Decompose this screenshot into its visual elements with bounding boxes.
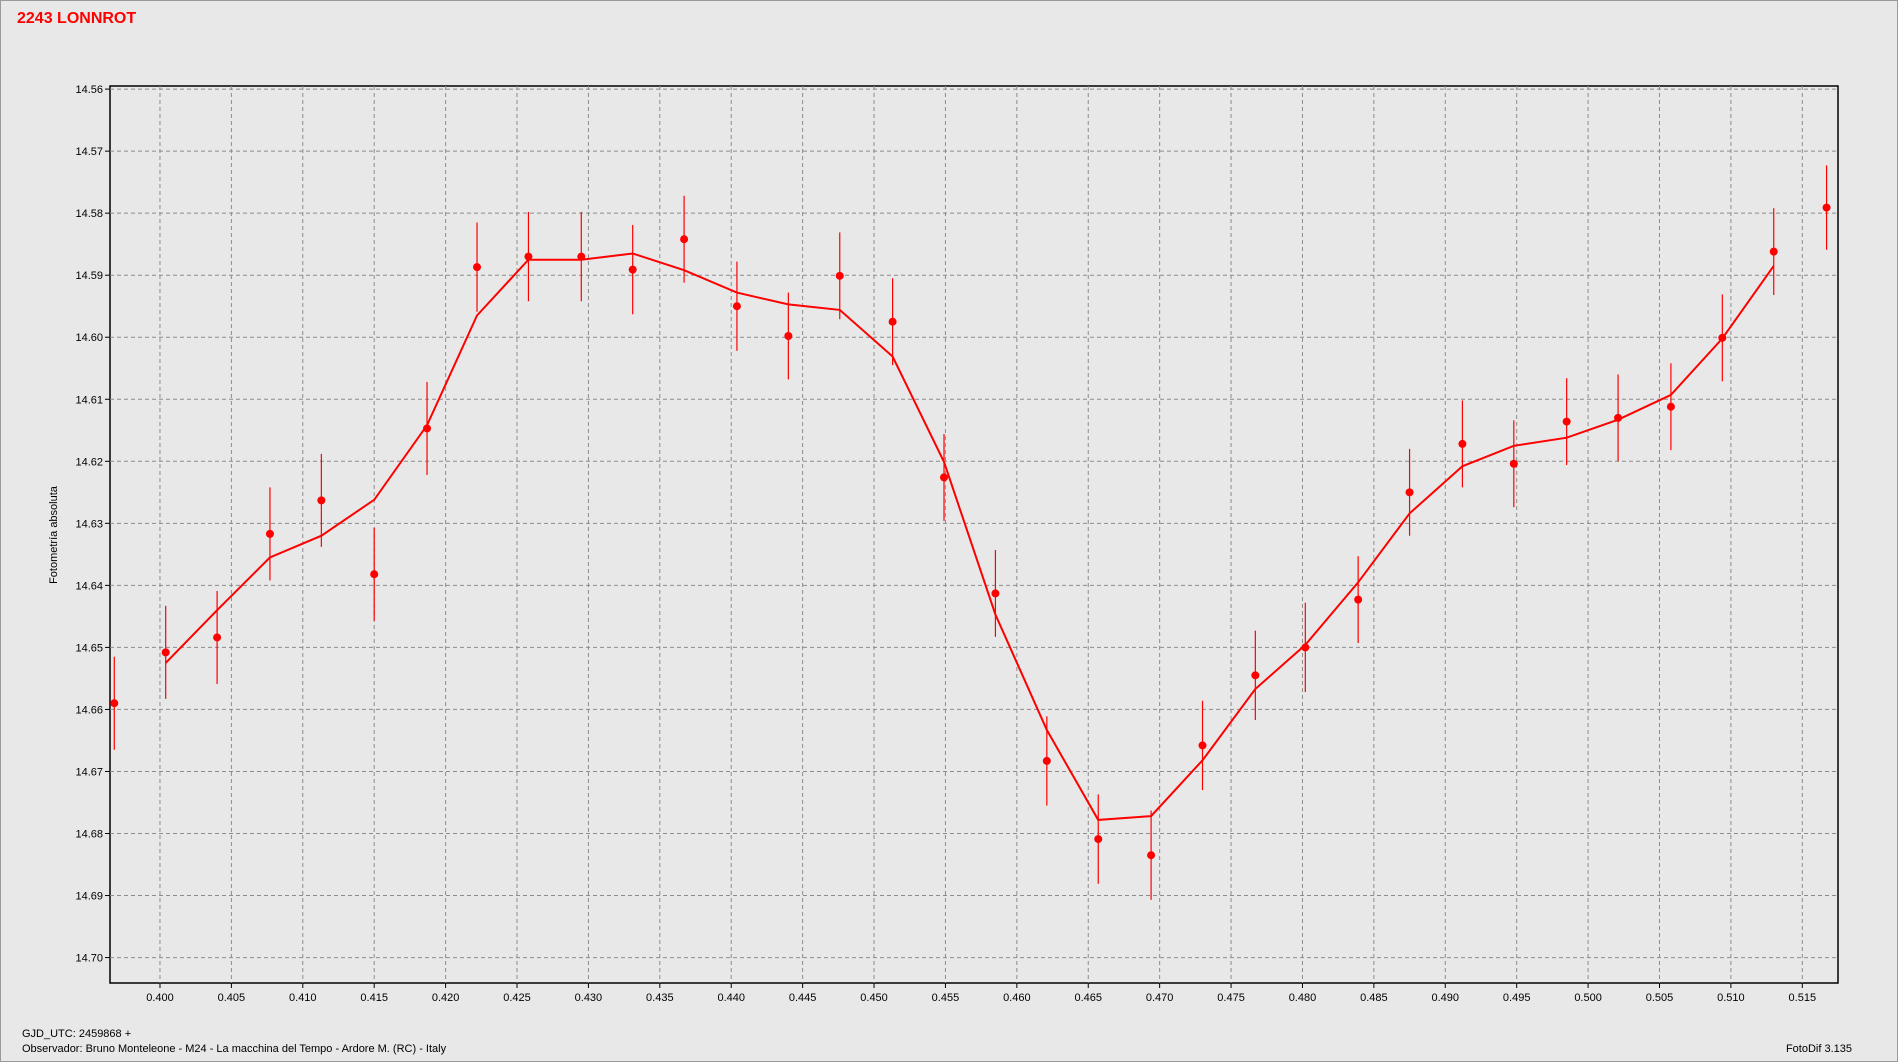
y-tick-label: 14.56	[75, 84, 103, 96]
data-point	[524, 252, 533, 261]
data-point	[1614, 413, 1623, 422]
data-point	[577, 252, 586, 261]
x-tick-label: 0.480	[1289, 992, 1317, 1004]
y-tick-label: 14.61	[75, 394, 103, 406]
software-version: FotoDif 3.135	[1785, 1043, 1852, 1055]
y-tick-label: 14.66	[75, 704, 103, 716]
data-point	[1718, 333, 1727, 342]
data-point	[423, 424, 432, 433]
x-tick-label: 0.515	[1789, 992, 1817, 1004]
y-tick-label: 14.57	[75, 146, 103, 158]
data-point	[732, 302, 741, 311]
y-tick-label: 14.58	[75, 208, 103, 220]
y-tick-label: 14.59	[75, 270, 103, 282]
y-tick-label: 14.70	[75, 953, 103, 965]
plot-area	[109, 85, 1839, 984]
y-tick-label: 14.60	[75, 332, 103, 344]
data-point	[110, 699, 119, 708]
x-tick-label: 0.500	[1574, 992, 1602, 1004]
data-point	[473, 263, 482, 272]
x-axis-ticks: 0.400 0.405 0.410 0.415 0.420 0.425 0.430 0.435…	[146, 983, 1816, 1004]
data-point	[1354, 595, 1363, 604]
x-tick-label: 0.405	[218, 992, 246, 1004]
data-point	[1301, 643, 1310, 652]
y-tick-label: 14.65	[75, 642, 103, 654]
data-point	[1094, 835, 1103, 844]
x-tick-label: 0.470	[1146, 992, 1174, 1004]
x-tick-label: 0.420	[432, 992, 460, 1004]
data-point	[1769, 247, 1778, 256]
data-point	[161, 648, 170, 657]
data-point	[680, 235, 689, 244]
x-tick-label: 0.435	[646, 992, 674, 1004]
x-tick-label: 0.440	[717, 992, 745, 1004]
x-tick-label: 0.445	[789, 992, 817, 1004]
data-point	[784, 331, 793, 340]
x-tick-label: 0.410	[289, 992, 317, 1004]
observer-label: Observador: Bruno Monteleone - M24 - La …	[22, 1043, 447, 1055]
gjd-label: GJD_UTC: 2459868 +	[22, 1028, 132, 1040]
y-tick-label: 14.68	[75, 829, 103, 841]
y-tick-label: 14.67	[75, 766, 103, 778]
x-tick-label: 0.460	[1003, 992, 1031, 1004]
data-point	[628, 265, 637, 274]
x-tick-label: 0.485	[1360, 992, 1388, 1004]
x-tick-label: 0.430	[575, 992, 603, 1004]
data-point	[370, 570, 379, 579]
data-point	[940, 473, 949, 482]
x-tick-label: 0.505	[1646, 992, 1674, 1004]
data-point	[1405, 488, 1414, 497]
data-point	[888, 317, 897, 326]
y-tick-label: 14.62	[75, 456, 103, 468]
data-point	[991, 589, 1000, 598]
x-tick-label: 0.455	[932, 992, 960, 1004]
data-point	[1562, 417, 1571, 426]
x-tick-label: 0.465	[1074, 992, 1102, 1004]
x-tick-label: 0.415	[360, 992, 388, 1004]
x-tick-label: 0.450	[860, 992, 888, 1004]
y-axis-ticks: 14.56 14.57 14.58 14.59 14.60 14.61 14.62 14.63…	[75, 84, 110, 965]
data-point	[835, 271, 844, 280]
y-tick-label: 14.64	[75, 580, 103, 592]
data-point	[1198, 741, 1207, 750]
data-point	[265, 529, 274, 538]
data-point	[1666, 402, 1675, 411]
data-point	[1251, 671, 1260, 680]
x-tick-label: 0.490	[1432, 992, 1460, 1004]
x-tick-label: 0.475	[1217, 992, 1245, 1004]
data-point	[317, 496, 326, 505]
y-tick-label: 14.69	[75, 891, 103, 903]
data-point	[1822, 203, 1831, 212]
x-tick-label: 0.495	[1503, 992, 1531, 1004]
x-tick-label: 0.510	[1717, 992, 1745, 1004]
data-point	[1458, 439, 1467, 448]
y-tick-label: 14.63	[75, 518, 103, 530]
light-curve-chart: 0.400 0.405 0.410 0.415 0.420 0.425 0.430 0.435…	[75, 84, 1839, 1004]
x-tick-label: 0.425	[503, 992, 531, 1004]
data-point	[1147, 851, 1156, 860]
data-point	[1042, 756, 1051, 765]
data-point	[213, 633, 222, 642]
x-tick-label: 0.400	[146, 992, 174, 1004]
data-point	[1509, 459, 1518, 468]
